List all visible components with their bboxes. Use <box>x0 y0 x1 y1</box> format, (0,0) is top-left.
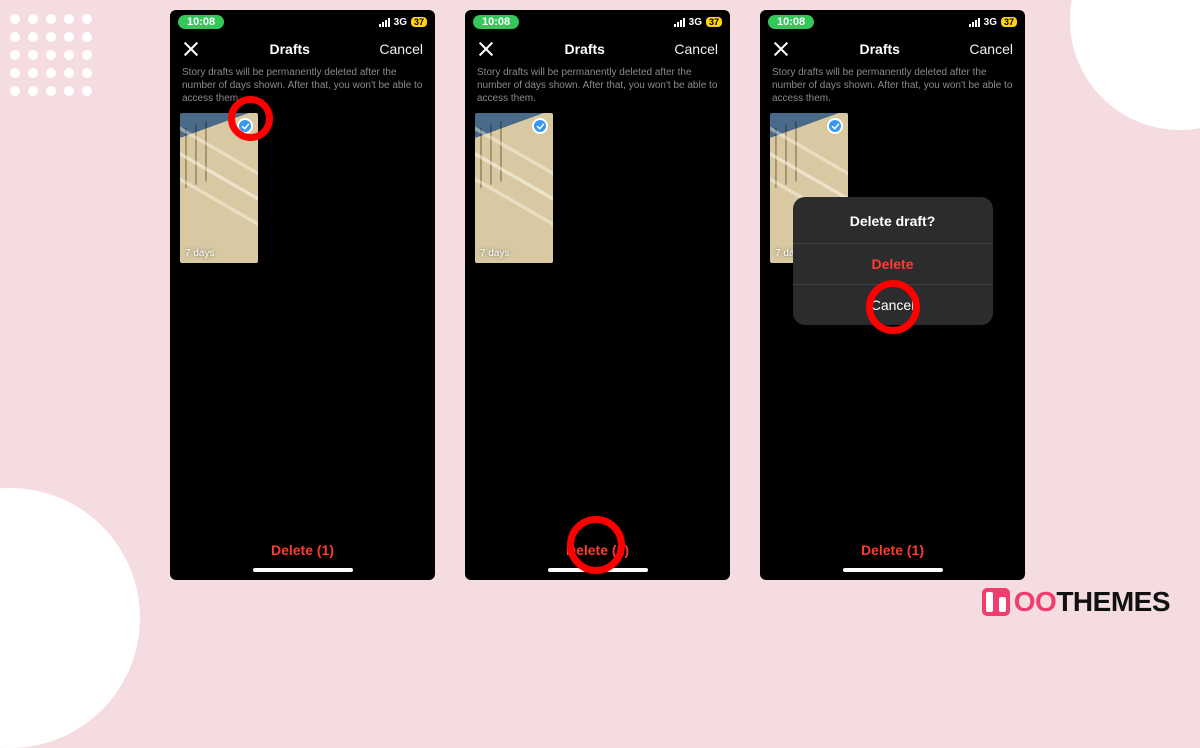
delete-confirmation-dialog: Delete draft? Delete Cancel <box>793 197 993 325</box>
status-bar: 10:08 3G 37 <box>170 10 435 32</box>
page-title: Drafts <box>269 41 309 57</box>
signal-bars-icon <box>379 18 390 27</box>
brand-suffix: THEMES <box>1056 586 1170 617</box>
status-time: 10:08 <box>178 15 224 29</box>
close-icon[interactable] <box>182 40 200 58</box>
nav-header: Drafts Cancel <box>465 32 730 66</box>
home-indicator[interactable] <box>548 568 648 572</box>
selected-check-icon[interactable] <box>237 118 253 134</box>
status-bar: 10:08 3G 37 <box>465 10 730 32</box>
nav-header: Drafts Cancel <box>170 32 435 66</box>
draft-thumbnail[interactable]: 7 days <box>180 113 258 263</box>
status-time: 10:08 <box>768 15 814 29</box>
draft-expiry-label: 7 days <box>185 248 214 259</box>
decor-dot-grid <box>10 14 94 98</box>
draft-thumbnail[interactable]: 7 days <box>475 113 553 263</box>
drafts-disclaimer: Story drafts will be permanently deleted… <box>465 66 730 113</box>
cancel-button[interactable]: Cancel <box>674 41 718 57</box>
battery-badge: 37 <box>411 17 427 27</box>
network-label: 3G <box>689 17 702 28</box>
draft-expiry-label: 7 days <box>480 248 509 259</box>
home-indicator[interactable] <box>253 568 353 572</box>
cancel-button[interactable]: Cancel <box>379 41 423 57</box>
close-icon[interactable] <box>772 40 790 58</box>
brand-mark-icon <box>982 588 1010 616</box>
status-bar: 10:08 3G 37 <box>760 10 1025 32</box>
signal-bars-icon <box>969 18 980 27</box>
battery-badge: 37 <box>706 17 722 27</box>
signal-bars-icon <box>674 18 685 27</box>
dialog-cancel-button[interactable]: Cancel <box>793 285 993 325</box>
cancel-button[interactable]: Cancel <box>969 41 1013 57</box>
drafts-disclaimer: Story drafts will be permanently deleted… <box>760 66 1025 113</box>
phone-screenshot-step2: 10:08 3G 37 Drafts Cancel Story drafts w… <box>465 10 730 580</box>
brand-accent: OO <box>1014 586 1057 617</box>
decor-circle-bottom-left <box>0 488 140 748</box>
network-label: 3G <box>394 17 407 28</box>
page-title: Drafts <box>859 41 899 57</box>
delete-button[interactable]: Delete (1) <box>465 542 730 558</box>
status-time: 10:08 <box>473 15 519 29</box>
nav-header: Drafts Cancel <box>760 32 1025 66</box>
battery-badge: 37 <box>1001 17 1017 27</box>
delete-button[interactable]: Delete (1) <box>170 542 435 558</box>
dialog-title: Delete draft? <box>793 197 993 244</box>
phone-screenshot-step3: 10:08 3G 37 Drafts Cancel Story drafts w… <box>760 10 1025 580</box>
dialog-delete-button[interactable]: Delete <box>793 244 993 285</box>
brand-logo: OOTHEMES <box>982 586 1170 618</box>
page-title: Drafts <box>564 41 604 57</box>
phone-screenshot-step1: 10:08 3G 37 Drafts Cancel Story drafts w… <box>170 10 435 580</box>
selected-check-icon[interactable] <box>532 118 548 134</box>
network-label: 3G <box>984 17 997 28</box>
selected-check-icon[interactable] <box>827 118 843 134</box>
drafts-disclaimer: Story drafts will be permanently deleted… <box>170 66 435 113</box>
decor-circle-top-right <box>1070 0 1200 130</box>
close-icon[interactable] <box>477 40 495 58</box>
home-indicator[interactable] <box>843 568 943 572</box>
delete-button[interactable]: Delete (1) <box>760 542 1025 558</box>
